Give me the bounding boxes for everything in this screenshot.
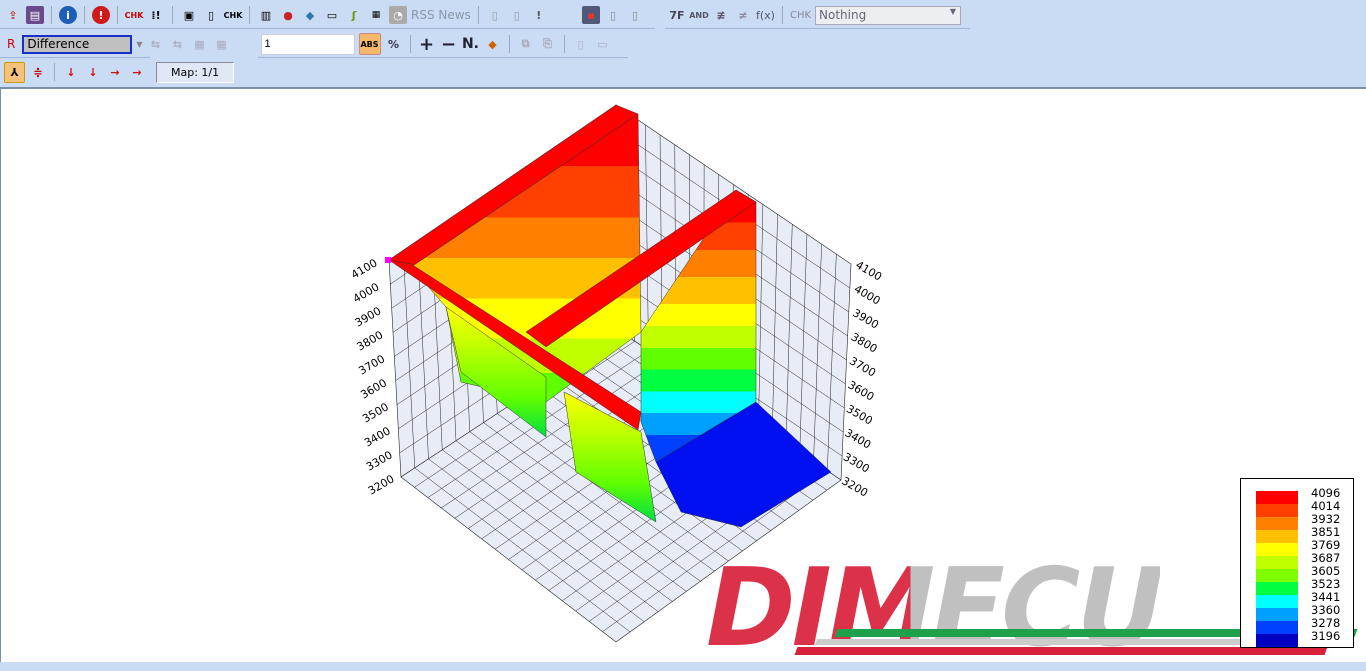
legend-value: 3523	[1311, 577, 1340, 591]
legend-value: 3441	[1311, 590, 1340, 604]
z-tick-label-left: 3700	[356, 352, 387, 377]
legend-swatch	[1256, 491, 1298, 504]
z-tick-label-right: 3700	[847, 354, 878, 379]
z-tick-label-left: 4000	[351, 280, 382, 305]
legend-swatch	[1256, 634, 1298, 647]
color-legend: 4096401439323851376936873605352334413360…	[1240, 478, 1354, 648]
legend-swatch	[1256, 517, 1298, 530]
legend-swatch	[1256, 595, 1298, 608]
z-tick-label-right: 3600	[846, 378, 877, 403]
z-tick-label-left: 3500	[360, 400, 391, 425]
cursor-marker[interactable]	[385, 257, 391, 263]
legend-value: 4096	[1311, 486, 1340, 500]
legend-value: 3851	[1311, 525, 1340, 539]
z-tick-label-left: 3300	[364, 448, 395, 473]
z-tick-label-left: 3800	[355, 328, 386, 353]
z-tick-label-right: 3800	[849, 330, 880, 355]
legend-value: 3932	[1311, 512, 1340, 526]
legend-swatch	[1256, 621, 1298, 634]
z-tick-label-left: 4100	[349, 256, 380, 281]
z-tick-label-right: 3300	[841, 450, 872, 475]
z-tick-label-left: 3900	[353, 304, 384, 329]
legend-swatch	[1256, 608, 1298, 621]
legend-value: 3196	[1311, 629, 1340, 643]
legend-swatch	[1256, 569, 1298, 582]
z-tick-label-right: 4000	[852, 282, 883, 307]
legend-swatch	[1256, 582, 1298, 595]
surface-3d-chart[interactable]: 4100410040004000390039003800380037003700…	[1, 2, 1366, 577]
legend-swatch	[1256, 556, 1298, 569]
legend-value: 3687	[1311, 551, 1340, 565]
legend-value: 3278	[1311, 616, 1340, 630]
legend-value: 3605	[1311, 564, 1340, 578]
legend-swatch	[1256, 504, 1298, 517]
legend-swatch	[1256, 543, 1298, 556]
legend-value: 3360	[1311, 603, 1340, 617]
legend-value: 4014	[1311, 499, 1340, 513]
z-tick-label-right: 4100	[853, 258, 884, 283]
legend-swatch	[1256, 530, 1298, 543]
legend-value: 3769	[1311, 538, 1340, 552]
z-tick-label-right: 3400	[842, 426, 873, 451]
z-tick-label-left: 3600	[358, 376, 389, 401]
z-tick-label-right: 3900	[850, 306, 881, 331]
z-tick-label-left: 3400	[362, 424, 393, 449]
z-tick-label-left: 3200	[366, 472, 397, 497]
z-tick-label-right: 3500	[844, 402, 875, 427]
z-tick-label-right: 3200	[839, 474, 870, 499]
map-3d-view[interactable]: 4100410040004000390039003800380037003700…	[0, 87, 1366, 662]
